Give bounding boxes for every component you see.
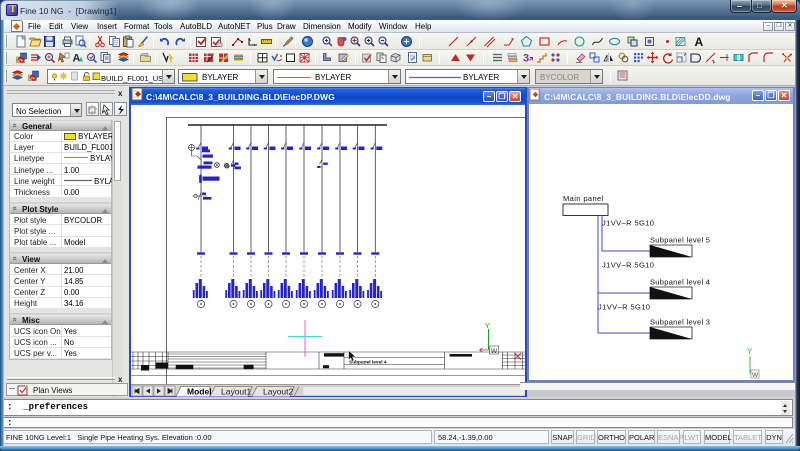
svg-text:Main panel: Main panel: [563, 194, 604, 203]
svg-text:3: 3: [523, 53, 529, 65]
svg-text:Subpanel level 4: Subpanel level 4: [650, 278, 710, 287]
svg-text:Model: Model: [187, 387, 212, 397]
svg-text:J1VV–R 5G10: J1VV–R 5G10: [598, 303, 650, 312]
svg-text:J1VV–R 5G10: J1VV–R 5G10: [602, 219, 654, 228]
svg-text:Y: Y: [747, 347, 753, 356]
svg-text:A: A: [73, 53, 81, 65]
svg-text:A: A: [695, 35, 704, 48]
svg-text:W: W: [491, 348, 498, 355]
svg-text:Subpanel level 4: Subpanel level 4: [349, 360, 387, 366]
svg-text:Subpanel level 3: Subpanel level 3: [650, 318, 710, 327]
svg-text:W: W: [752, 372, 759, 379]
svg-text:Layout1: Layout1: [221, 387, 252, 397]
svg-text:Subpanel level 5: Subpanel level 5: [650, 236, 710, 245]
svg-text:Layout2: Layout2: [263, 387, 294, 397]
svg-text:J1VV–R 5G10: J1VV–R 5G10: [602, 261, 654, 270]
svg-text:Y: Y: [485, 321, 490, 330]
